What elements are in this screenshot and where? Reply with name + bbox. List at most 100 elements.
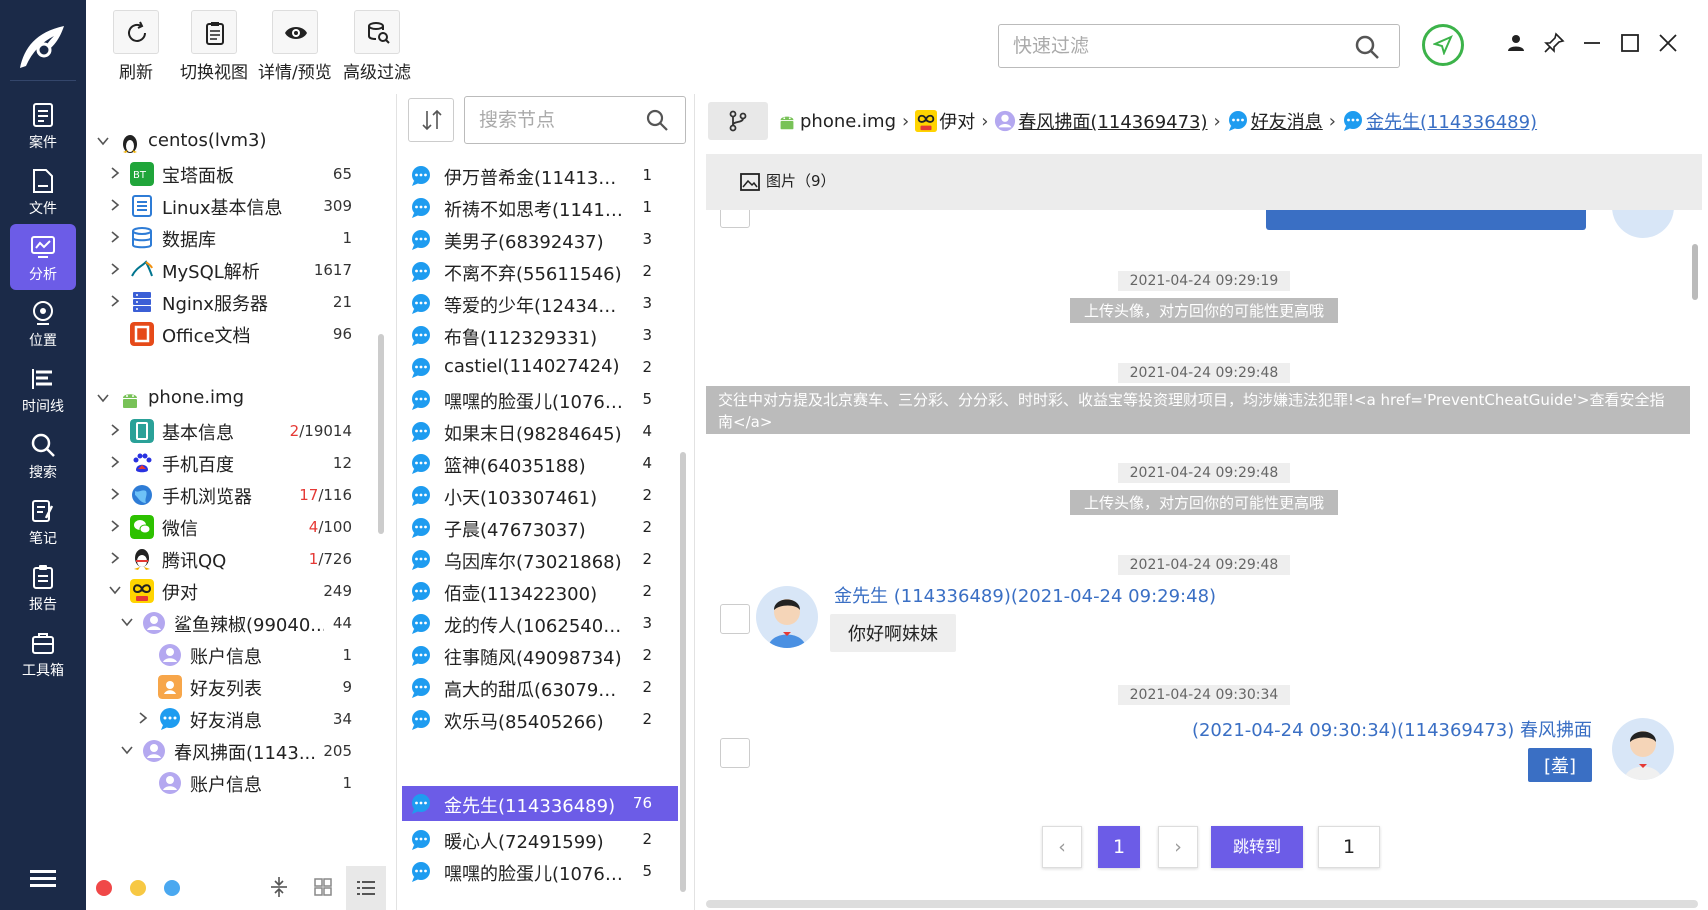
search-icon[interactable] [1354, 34, 1380, 60]
collapse-icon[interactable] [268, 876, 290, 898]
list-item[interactable]: 佰壶(113422300) 2 [402, 574, 678, 609]
prev-page-button[interactable]: ‹ [1042, 826, 1082, 868]
chevron-down-icon[interactable] [120, 615, 134, 629]
list-item[interactable]: 嘿嘿的脸蛋儿(10760... 5 [402, 382, 678, 417]
tree-node-database[interactable]: 数据库 1 [86, 221, 386, 255]
tree-node-nginx[interactable]: Nginx服务器 21 [86, 285, 386, 319]
chevron-right-icon[interactable] [108, 487, 122, 501]
chat-vertical-scrollbar[interactable] [1692, 244, 1698, 300]
list-item-selected[interactable]: 金先生(114336489) 76 [402, 786, 678, 821]
user-icon[interactable] [1505, 32, 1527, 54]
chevron-down-icon[interactable] [120, 743, 134, 757]
nav-item-location[interactable]: 位置 [10, 290, 76, 356]
breadcrumb-yidui[interactable]: 伊对 [939, 108, 975, 134]
search-icon[interactable] [645, 108, 669, 132]
nav-item-search[interactable]: 搜索 [10, 422, 76, 488]
list-item[interactable]: 伊万普希金(114139... 1 [402, 158, 678, 193]
list-item[interactable]: castiel(114027424) 2 [402, 350, 678, 385]
tree-node-yidui[interactable]: 伊对 249 [86, 574, 386, 608]
list-item[interactable]: 祈祷不如思考(11416... 1 [402, 190, 678, 225]
tree-node-account-info-2[interactable]: 账户信息 1 [86, 766, 386, 800]
node-list-scrollbar[interactable] [680, 452, 686, 892]
breadcrumb-phone-img[interactable]: phone.img [800, 111, 896, 132]
chevron-right-icon[interactable] [136, 711, 150, 725]
tree-node-qq[interactable]: 腾讯QQ 1/726 [86, 542, 386, 576]
panel-divider[interactable] [396, 94, 397, 910]
refresh-button[interactable]: 刷新 [113, 10, 159, 83]
chevron-right-icon[interactable] [108, 294, 122, 308]
chevron-right-icon[interactable] [108, 455, 122, 469]
tree-node-account-info[interactable]: 账户信息 1 [86, 638, 386, 672]
tree-scrollbar[interactable] [378, 334, 384, 534]
blue-dot-icon[interactable] [164, 880, 180, 896]
menu-icon[interactable] [30, 868, 56, 888]
tree-node-friend-list[interactable]: 好友列表 9 [86, 670, 386, 704]
list-item[interactable]: 嘿嘿的脸蛋儿(10760... 5 [402, 854, 678, 889]
list-item[interactable]: 子晨(47673037) 2 [402, 510, 678, 545]
nav-item-note[interactable]: 笔记 [10, 488, 76, 554]
chevron-down-icon[interactable] [108, 583, 122, 597]
tree-node-office[interactable]: Office文档 96 [86, 317, 386, 351]
tree-node-friend-messages[interactable]: 好友消息 34 [86, 702, 386, 736]
list-item[interactable]: 欢乐马(85405266) 2 [402, 702, 678, 737]
breadcrumb-friend-messages[interactable]: 好友消息 [1251, 108, 1323, 134]
nav-item-file[interactable]: 文件 [10, 158, 76, 224]
nav-item-report[interactable]: 报告 [10, 554, 76, 620]
list-item[interactable]: 龙的传人(106254036) 3 [402, 606, 678, 641]
switch-view-button[interactable]: 切换视图 [180, 10, 248, 83]
list-item[interactable]: 美男子(68392437) 3 [402, 222, 678, 257]
breadcrumb-contact[interactable]: 金先生(114336489) [1366, 108, 1537, 134]
chevron-right-icon[interactable] [108, 423, 122, 437]
nav-item-timeline[interactable]: 时间线 [10, 356, 76, 422]
yellow-dot-icon[interactable] [130, 880, 146, 896]
tree-node-phone-img[interactable]: phone.img [86, 382, 386, 416]
list-item[interactable]: 篮神(64035188) 4 [402, 446, 678, 481]
tree-node-wechat[interactable]: 微信 4/100 [86, 510, 386, 544]
message-select-checkbox[interactable] [720, 738, 750, 768]
list-view-button[interactable] [346, 866, 386, 910]
tree-node-baidu[interactable]: 手机百度 12 [86, 446, 386, 480]
list-item[interactable]: 如果末日(98284645) 4 [402, 414, 678, 449]
nav-item-toolbox[interactable]: 工具箱 [10, 620, 76, 686]
list-item[interactable]: 乌因库尔(73021868) 2 [402, 542, 678, 577]
tree-node-mysql[interactable]: MySQL解析 1617 [86, 253, 386, 287]
tree-node-baota[interactable]: BT 宝塔面板 65 [86, 157, 386, 191]
horizontal-scrollbar[interactable] [706, 900, 1698, 908]
chevron-right-icon[interactable] [108, 519, 122, 533]
message-select-checkbox[interactable] [720, 604, 750, 634]
chevron-right-icon[interactable] [108, 262, 122, 276]
connection-status-indicator[interactable] [1422, 24, 1464, 66]
nav-item-analysis[interactable]: 分析 [10, 224, 76, 290]
pin-icon[interactable] [1543, 32, 1565, 54]
advanced-filter-button[interactable]: 高级过滤 [343, 10, 411, 83]
page-number-input[interactable]: 1 [1318, 826, 1380, 868]
close-icon[interactable] [1657, 32, 1679, 54]
sort-button[interactable] [408, 98, 454, 142]
chevron-down-icon[interactable] [96, 391, 110, 405]
list-item[interactable]: 不离不弃(55611546) 2 [402, 254, 678, 289]
maximize-icon[interactable] [1619, 32, 1641, 54]
chevron-right-icon[interactable] [108, 198, 122, 212]
breadcrumb-account[interactable]: 春风拂面(114369473) [1018, 108, 1207, 134]
details-preview-button[interactable]: 详情/预览 [258, 10, 332, 83]
message-bubble[interactable]: 你好啊妹妹 [830, 614, 956, 652]
list-item[interactable]: 小天(103307461) 2 [402, 478, 678, 513]
tab-pictures[interactable]: 图片（9） [740, 170, 836, 192]
chevron-right-icon[interactable] [108, 551, 122, 565]
grid-view-icon[interactable] [312, 876, 334, 898]
list-item[interactable]: 暖心人(72491599) 2 [402, 822, 678, 857]
list-item[interactable]: 布鲁(112329331) 3 [402, 318, 678, 353]
chevron-down-icon[interactable] [96, 134, 110, 148]
list-item[interactable]: 等爱的少年(124347... 3 [402, 286, 678, 321]
tree-node-account-shayu[interactable]: 鲨鱼辣椒(99040... 44 [86, 606, 386, 640]
message-select-checkbox[interactable] [720, 210, 750, 228]
branch-button[interactable] [708, 102, 768, 140]
message-bubble[interactable]: [羞] [1527, 748, 1592, 782]
next-page-button[interactable]: › [1158, 826, 1198, 868]
tree-node-basic-info[interactable]: 基本信息 2/19014 [86, 414, 386, 448]
page-1-button[interactable]: 1 [1098, 826, 1140, 868]
tree-node-linux-info[interactable]: Linux基本信息 309 [86, 189, 386, 223]
quick-filter-input[interactable] [998, 24, 1400, 68]
jump-to-button[interactable]: 跳转到 [1211, 826, 1303, 868]
minimize-icon[interactable] [1581, 32, 1603, 54]
